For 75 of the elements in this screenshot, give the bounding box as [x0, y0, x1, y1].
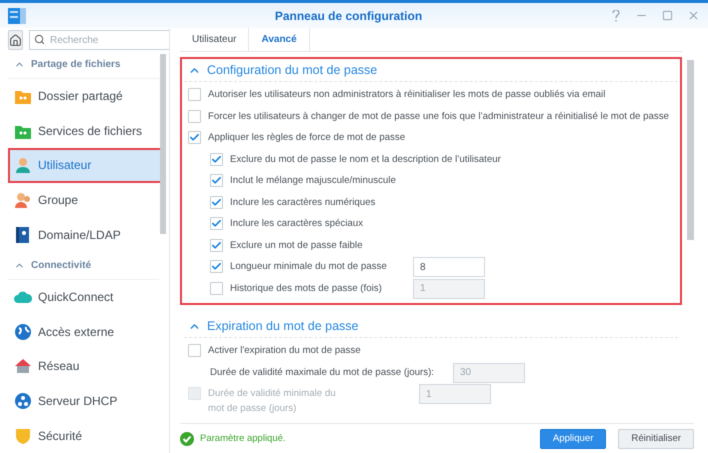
sidebar-item[interactable]: Utilisateur	[8, 148, 163, 183]
group-icon	[14, 191, 32, 210]
sidebar-item[interactable]: Groupe	[8, 182, 163, 218]
checkbox[interactable]	[210, 217, 223, 230]
apply-button[interactable]: Appliquer	[540, 428, 606, 448]
checkbox[interactable]	[210, 282, 223, 294]
sidebar-item[interactable]: Sécurité	[8, 418, 163, 453]
option-label: Activer l'expiration du mot de passe	[208, 344, 361, 358]
sidebar-item-label: Accès externe	[38, 324, 114, 339]
option-label: Durée de validité maximale du mot de passe (jours):	[210, 366, 435, 380]
option-label: Inclut le mélange majuscule/minuscule	[230, 174, 396, 188]
checkbox[interactable]	[188, 131, 201, 144]
sidebar-item[interactable]: Réseau	[8, 348, 163, 384]
sidebar-item-label: Sécurité	[38, 428, 82, 443]
option-label: Autoriser les utilisateurs non administrators à réinitialiser les mots de passe oubliés via email	[208, 88, 606, 102]
sidebar-item-label: QuickConnect	[38, 290, 114, 304]
option-label: Inclure les caractères numériques	[230, 196, 376, 210]
option-label: Historique des mots de passe (fois)	[230, 282, 383, 296]
sidebar-item-label: Domaine/LDAP	[38, 228, 121, 242]
tab[interactable]: Utilisateur	[180, 28, 250, 51]
home-icon	[9, 34, 22, 46]
sidebar-item[interactable]: Dossier partagé	[8, 78, 163, 114]
checkbox[interactable]	[210, 238, 223, 252]
reset-button[interactable]: Réinitialiser	[618, 428, 694, 448]
sidebar-item[interactable]: Services de fichiers	[8, 113, 163, 148]
checkbox[interactable]	[188, 344, 201, 357]
group-title: Connectivité	[31, 260, 92, 271]
option-label: Appliquer les règles de force de mot de passe	[208, 131, 406, 145]
sidebar-item[interactable]: Domaine/LDAP	[8, 218, 163, 252]
user-icon	[14, 156, 32, 174]
checkbox[interactable]	[210, 260, 223, 273]
sidebar-item[interactable]: Serveur DHCP	[8, 384, 163, 418]
option-label: Durée de validité minimale du mot de passe (jours)	[208, 387, 337, 416]
checkbox[interactable]	[188, 88, 201, 101]
network-icon	[14, 392, 32, 410]
checkbox[interactable]	[188, 110, 201, 122]
option-label: Exclure du mot de passe le nom et la description de l’utilisateur	[230, 152, 501, 166]
help-icon[interactable]	[611, 10, 621, 22]
checkbox[interactable]	[210, 152, 223, 166]
globe-icon	[14, 322, 32, 341]
group-header[interactable]: Connectivité	[8, 252, 159, 280]
status-message: Paramètre appliqué.	[200, 433, 286, 444]
checkbox[interactable]	[210, 174, 223, 187]
app-icon	[8, 6, 26, 24]
search-field[interactable]: Recherche	[29, 30, 169, 50]
section-title: Configuration du mot de passe	[207, 63, 378, 77]
home-button[interactable]	[8, 30, 23, 50]
sidebar-item-label: Groupe	[38, 193, 78, 208]
group-title: Partage de fichiers	[31, 59, 120, 70]
option-label: Exclure un mot de passe faible	[230, 238, 362, 252]
section-title: Expiration du mot de passe	[207, 319, 358, 333]
search-icon	[34, 34, 45, 45]
checkbox[interactable]	[210, 196, 223, 208]
house-icon	[14, 357, 32, 376]
close-icon[interactable]	[687, 9, 700, 22]
option-label: Inclure les caractères spéciaux	[230, 217, 363, 231]
option-label: Longueur minimale du mot de passe	[230, 260, 388, 274]
sidebar-item-label: Services de fichiers	[38, 124, 142, 138]
success-icon	[180, 432, 194, 446]
tab[interactable]: Avancé	[249, 28, 310, 51]
number-field[interactable]: 8	[413, 257, 485, 277]
scrollbar-thumb[interactable]	[160, 54, 166, 234]
maximize-icon[interactable]	[662, 10, 673, 21]
sidebar-item[interactable]: QuickConnect	[8, 280, 163, 314]
sidebar-item-label: Serveur DHCP	[38, 394, 118, 408]
window-title: Panneau de configuration	[274, 8, 424, 22]
option-label: Forcer les utilisateurs à changer de mot de passe une fois que l’administrateur a réinitialisé le mot de passe	[208, 110, 669, 124]
scrollbar-thumb[interactable]	[687, 60, 694, 240]
contact-book-icon	[14, 226, 32, 244]
group-header[interactable]: Partage de fichiers	[8, 51, 159, 79]
sidebar-item-label: Utilisateur	[38, 158, 92, 172]
shield-icon	[14, 426, 32, 445]
sidebar-item-label: Dossier partagé	[38, 89, 123, 104]
sidebar-item-label: Réseau	[38, 359, 80, 374]
sidebar-item[interactable]: Accès externe	[8, 314, 163, 349]
